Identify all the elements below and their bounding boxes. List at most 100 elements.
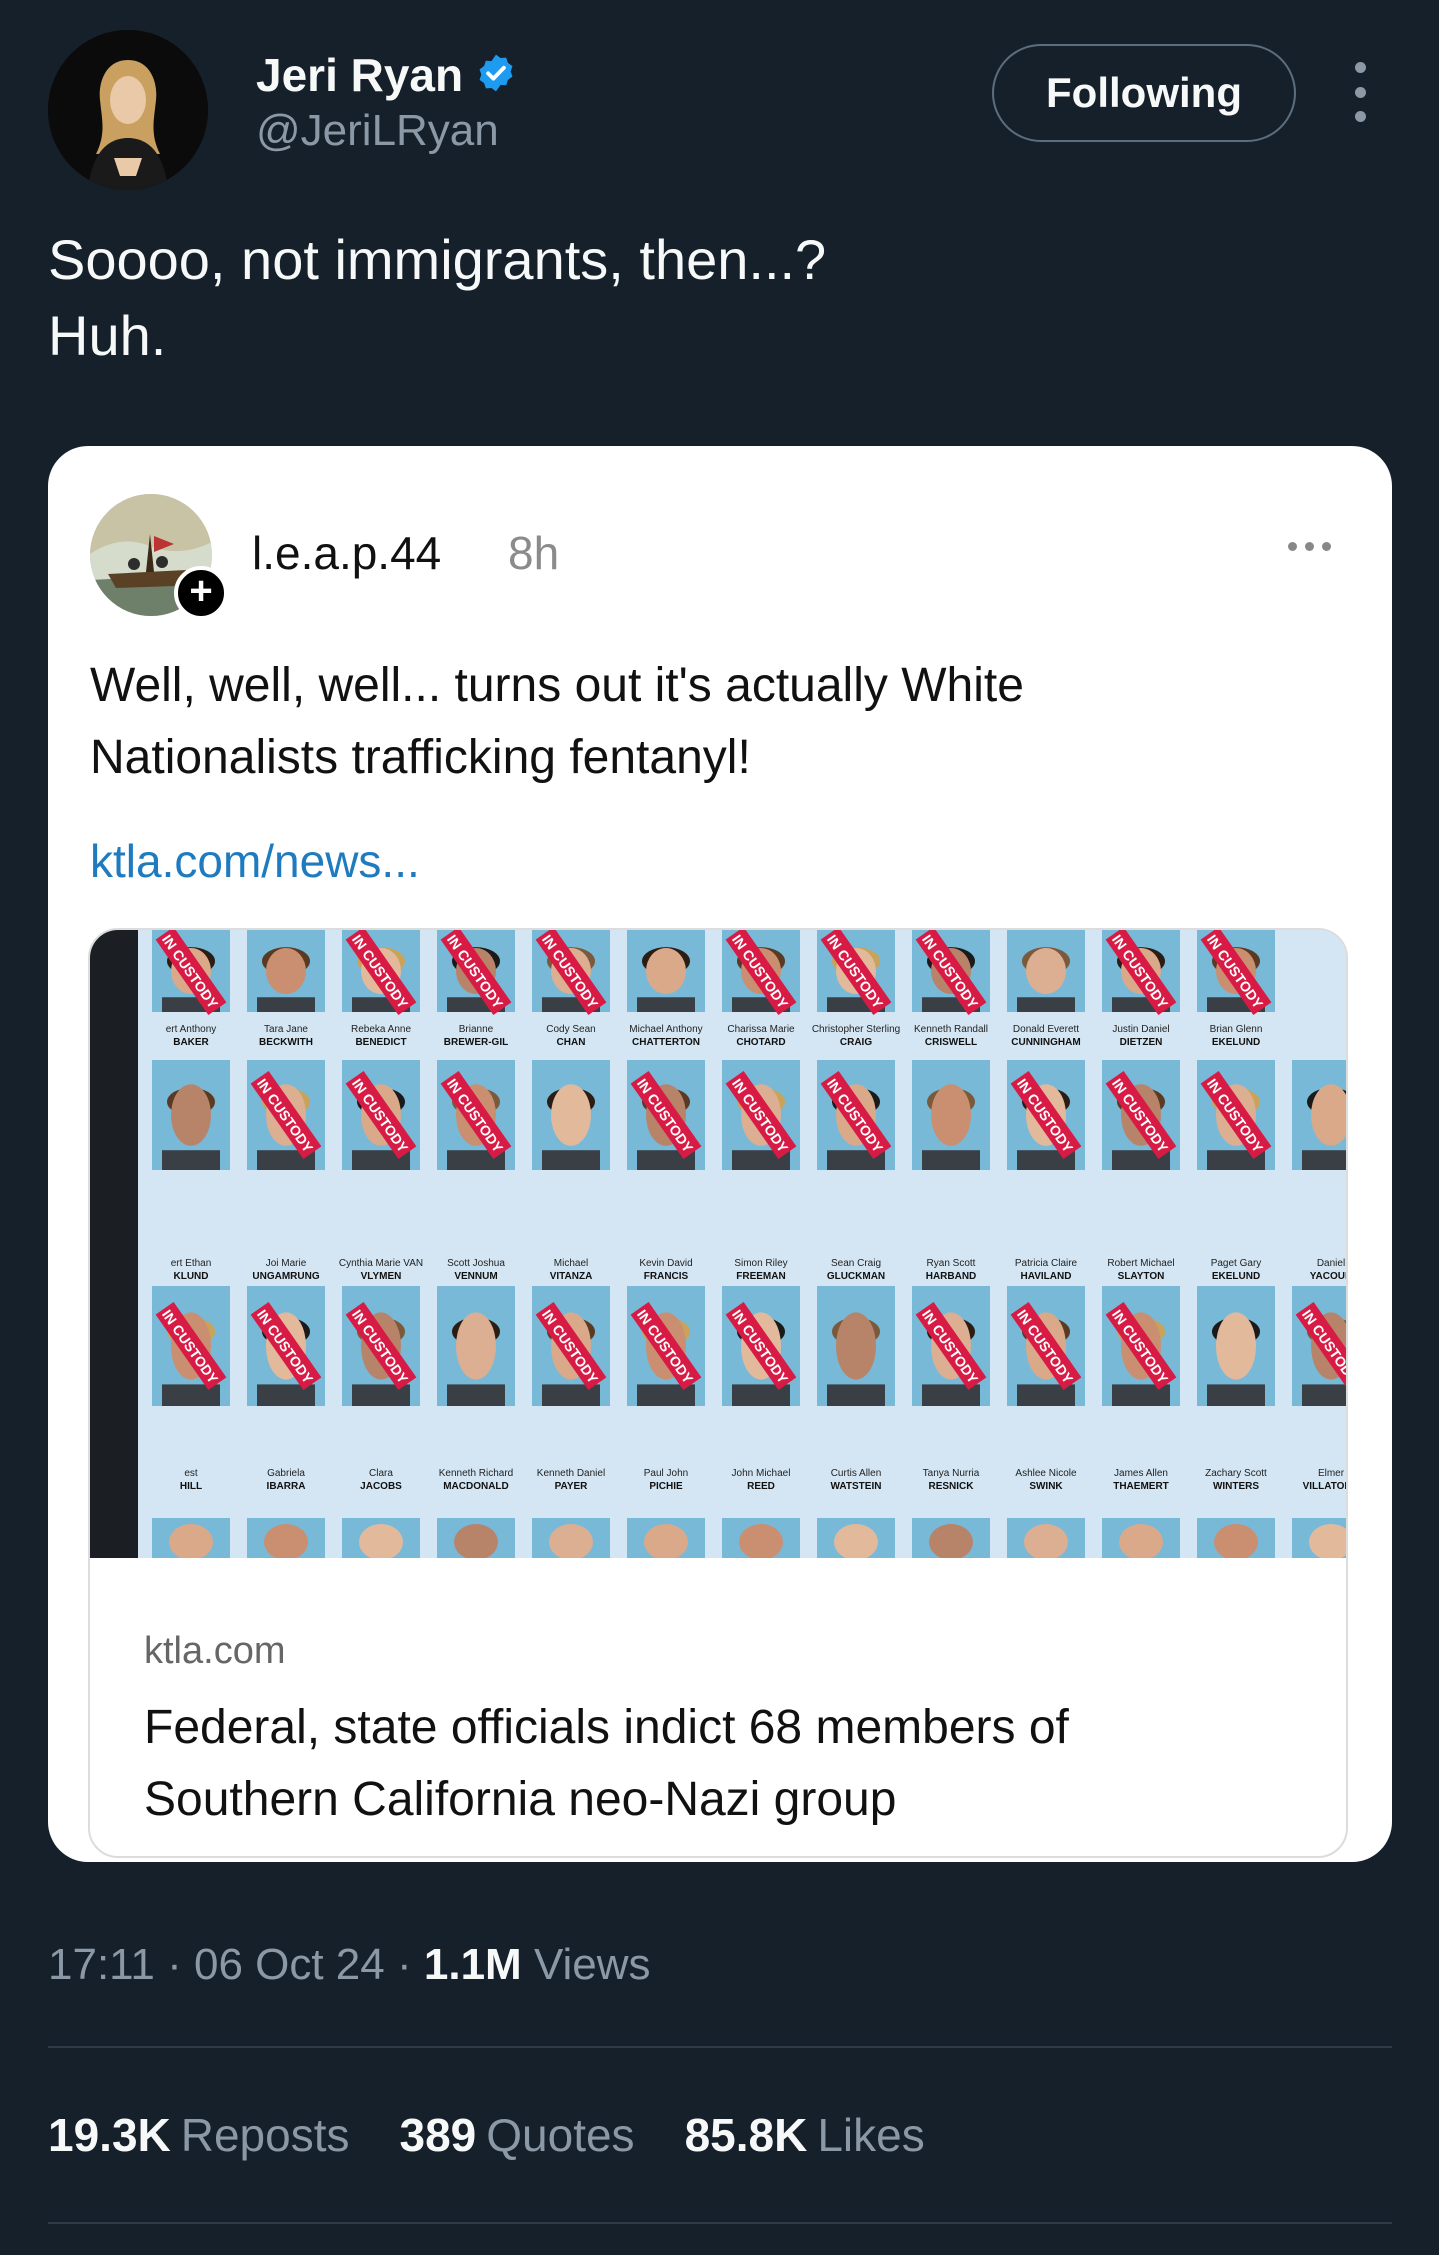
mugshot <box>1197 1286 1275 1406</box>
mugshot-first-name: Michael Anthony <box>629 1024 702 1035</box>
mugshot: IN CUSTODY <box>1102 1060 1180 1170</box>
mugshot-last-name: CRAIG <box>840 1037 872 1048</box>
mugshot: IN CUSTODY <box>437 930 515 1015</box>
mugshot-first-name: John Michael <box>732 1468 791 1479</box>
mugshot: IN CUSTODY <box>722 930 800 1015</box>
mugshot-last-name: SLAYTON <box>1118 1271 1165 1282</box>
mugshot <box>247 1518 325 1558</box>
mugshot-last-name: CHOTARD <box>736 1037 785 1048</box>
mugshot-last-name: JACOBS <box>360 1481 402 1492</box>
mugshot-last-name: YACOUB <box>1310 1271 1348 1282</box>
mugshot-first-name: Kenneth Richard <box>439 1468 514 1479</box>
mugshot <box>627 1518 705 1558</box>
mugshot-first-name: Simon Riley <box>734 1258 787 1269</box>
mugshot <box>1102 1518 1180 1558</box>
mugshot-last-name: VITANZA <box>550 1271 593 1282</box>
mugshot: IN CUSTODY <box>342 1286 420 1406</box>
mugshot <box>437 1518 515 1558</box>
mugshot-first-name: Zachary Scott <box>1205 1468 1267 1479</box>
reposts-stat[interactable]: 19.3K Reposts <box>48 2108 350 2162</box>
mugshot <box>437 1286 515 1406</box>
mugshot-first-name: Tanya Nurria <box>923 1468 980 1479</box>
link-preview-image[interactable]: IN CUSTODY ert Anthony BAKER Tara Jane BECKW… <box>90 930 1348 1558</box>
author-display-name[interactable]: Jeri Ryan <box>256 48 463 102</box>
author-handle[interactable]: @JeriLRyan <box>256 106 499 156</box>
mugshot-last-name: VENNUM <box>454 1271 497 1282</box>
mugshot: IN CUSTODY <box>342 930 420 1015</box>
mugshot <box>1292 1518 1346 1558</box>
mugshot: IN CUSTODY <box>1197 930 1275 1015</box>
mugshot-first-name: ert Anthony <box>166 1024 217 1035</box>
mugshot-last-name: PICHIE <box>649 1481 683 1492</box>
mugshot: IN CUSTODY <box>247 1286 325 1406</box>
mugshot: IN CUSTODY <box>1197 1060 1275 1170</box>
post-metadata: 17:11 · 06 Oct 24 · 1.1M Views <box>48 1940 651 1989</box>
mugshot <box>247 930 325 1012</box>
mugshot-last-name: BECKWITH <box>259 1037 313 1048</box>
mugshot <box>912 1518 990 1558</box>
mugshot-last-name: HAVILAND <box>1021 1271 1072 1282</box>
author-name-row: Jeri Ryan <box>256 48 517 102</box>
mugshot-last-name: BAKER <box>173 1037 209 1048</box>
likes-stat[interactable]: 85.8K Likes <box>685 2108 925 2162</box>
mugshot-first-name: Patricia Claire <box>1015 1258 1078 1269</box>
mugshot-last-name: EKELUND <box>1212 1037 1260 1048</box>
link-preview-card[interactable]: IN CUSTODY ert Anthony BAKER Tara Jane BECKW… <box>88 928 1348 1858</box>
mugshot-first-name: Rebeka Anne <box>351 1024 411 1035</box>
mugshot <box>1007 1518 1085 1558</box>
mugshot-last-name: GLUCKMAN <box>827 1271 885 1282</box>
link-title-line: Southern California neo-Nazi group <box>144 1773 897 1826</box>
mugshot: IN CUSTODY <box>1007 1060 1085 1170</box>
board-edge <box>90 930 138 1558</box>
mugshot-last-name: VILLATORO <box>1303 1481 1348 1492</box>
post-time[interactable]: 17:11 <box>48 1940 155 1989</box>
following-button[interactable]: Following <box>992 44 1296 142</box>
mugshot-first-name: Curtis Allen <box>831 1468 882 1479</box>
mugshot: IN CUSTODY <box>912 930 990 1015</box>
quoted-username[interactable]: l.e.a.p.44 <box>252 526 441 580</box>
mugshot-last-name: CHAN <box>557 1037 586 1048</box>
tweet-text-line: Huh. <box>48 304 167 367</box>
mugshot-last-name: EKELUND <box>1212 1271 1260 1282</box>
mugshot-first-name: Cody Sean <box>546 1024 595 1035</box>
mugshot-first-name: Tara Jane <box>264 1024 308 1035</box>
mugshot-last-name: UNGAMRUNG <box>252 1271 319 1282</box>
mugshot <box>152 1060 230 1170</box>
mugshot-first-name: Ryan Scott <box>927 1258 976 1269</box>
mugshot <box>532 1060 610 1170</box>
mugshot-first-name: Kenneth Daniel <box>537 1468 605 1479</box>
quoted-link[interactable]: ktla.com/news... <box>90 834 420 888</box>
mugshot-last-name: MACDONALD <box>443 1481 509 1492</box>
mugshot: IN CUSTODY <box>722 1286 800 1406</box>
mugshot-first-name: est <box>184 1468 198 1479</box>
views-count: 1.1M <box>423 1940 522 1989</box>
likes-label: Likes <box>817 2109 925 2161</box>
mugshot <box>532 1518 610 1558</box>
mugshot-first-name: Charissa Marie <box>727 1024 795 1035</box>
mugshot: IN CUSTODY <box>817 930 895 1015</box>
mugshot-first-name: Clara <box>369 1468 393 1479</box>
post-date[interactable]: 06 Oct 24 <box>194 1940 385 1989</box>
mugshot <box>152 1518 230 1558</box>
more-options-icon[interactable] <box>1340 62 1380 122</box>
link-title[interactable]: Federal, state officials indict 68 membe… <box>144 1692 1069 1836</box>
mugshot-last-name: WINTERS <box>1213 1481 1259 1492</box>
quoted-time: 8h <box>508 527 560 579</box>
mugshot-first-name: Justin Daniel <box>1112 1024 1169 1035</box>
quoted-more-icon[interactable] <box>1288 542 1331 551</box>
author-avatar[interactable] <box>48 30 208 190</box>
mugshot: IN CUSTODY <box>1007 1286 1085 1406</box>
verified-badge-icon <box>475 52 517 99</box>
quoted-post[interactable]: + l.e.a.p.44 8h Well, well, well... turn… <box>48 446 1392 1862</box>
mugshot-last-name: CUNNINGHAM <box>1011 1037 1080 1048</box>
mugshot <box>1197 1518 1275 1558</box>
views-label: Views <box>533 1940 651 1989</box>
mugshot-last-name: BENEDICT <box>355 1037 406 1048</box>
mugshot-first-name: Michael <box>554 1258 588 1269</box>
mugshot-first-name: Christopher Sterling <box>812 1024 900 1035</box>
mugshot-last-name: RESNICK <box>928 1481 974 1492</box>
quotes-stat[interactable]: 389 Quotes <box>400 2108 635 2162</box>
likes-count: 85.8K <box>684 2109 808 2161</box>
mugshot: IN CUSTODY <box>1292 1286 1346 1406</box>
follow-plus-icon[interactable]: + <box>174 566 228 620</box>
